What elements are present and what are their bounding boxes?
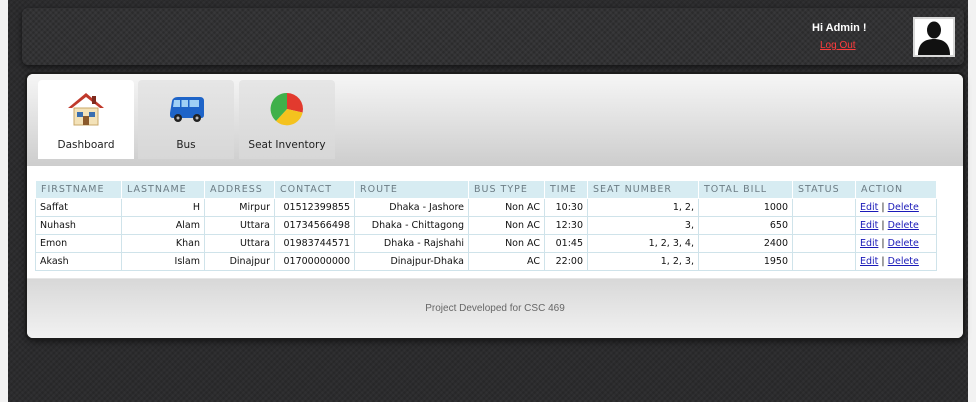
cell-action: Edit | Delete bbox=[855, 234, 937, 253]
cell-status bbox=[792, 234, 856, 253]
cell-contact: 01734566498 bbox=[274, 216, 355, 235]
user-avatar[interactable] bbox=[913, 17, 955, 57]
tab-seat-inventory-label: Seat Inventory bbox=[248, 139, 326, 151]
cell-address: Dinajpur bbox=[204, 252, 275, 271]
cell-total-bill: 1000 bbox=[698, 198, 793, 217]
cell-total-bill: 1950 bbox=[698, 252, 793, 271]
cell-address: Uttara bbox=[204, 216, 275, 235]
col-action: ACTION bbox=[855, 180, 937, 199]
edit-link[interactable]: Edit bbox=[860, 238, 878, 249]
table-row: Saffat H Mirpur 01512399855 Dhaka - Jash… bbox=[35, 198, 937, 217]
table-row: Nuhash Alam Uttara 01734566498 Dhaka - C… bbox=[35, 216, 937, 235]
cell-time: 12:30 bbox=[544, 216, 588, 235]
tab-dashboard-label: Dashboard bbox=[57, 139, 115, 151]
col-status: STATUS bbox=[792, 180, 856, 199]
cell-address: Uttara bbox=[204, 234, 275, 253]
cell-route: Dinajpur-Dhaka bbox=[354, 252, 469, 271]
nav-bar: Dashboard Bus Seat Inventory bbox=[27, 74, 963, 166]
tab-bus[interactable]: Bus bbox=[138, 80, 234, 159]
cell-time: 22:00 bbox=[544, 252, 588, 271]
cell-action: Edit | Delete bbox=[855, 198, 937, 217]
tab-dashboard[interactable]: Dashboard bbox=[38, 80, 134, 159]
greeting-text: Hi Admin ! bbox=[812, 22, 867, 34]
cell-status bbox=[792, 252, 856, 271]
tab-bus-label: Bus bbox=[176, 139, 196, 151]
cell-route: Dhaka - Chittagong bbox=[354, 216, 469, 235]
tab-seat-inventory[interactable]: Seat Inventory bbox=[239, 80, 335, 159]
cell-firstname: Saffat bbox=[35, 198, 122, 217]
cell-contact: 01983744571 bbox=[274, 234, 355, 253]
booking-table: FIRSTNAME LASTNAME ADDRESS CONTACT ROUTE… bbox=[35, 180, 937, 271]
main-panel: Dashboard Bus Seat Inventory FIRSTNAME L… bbox=[27, 74, 963, 338]
cell-total-bill: 650 bbox=[698, 216, 793, 235]
delete-link[interactable]: Delete bbox=[888, 256, 919, 267]
cell-total-bill: 2400 bbox=[698, 234, 793, 253]
house-icon bbox=[68, 93, 104, 126]
delete-link[interactable]: Delete bbox=[888, 238, 919, 249]
cell-seat-number: 3, bbox=[587, 216, 699, 235]
cell-bus-type: Non AC bbox=[468, 234, 545, 253]
cell-lastname: Khan bbox=[121, 234, 205, 253]
cell-firstname: Emon bbox=[35, 234, 122, 253]
cell-address: Mirpur bbox=[204, 198, 275, 217]
table-header-row: FIRSTNAME LASTNAME ADDRESS CONTACT ROUTE… bbox=[35, 180, 937, 199]
footer-text: Project Developed for CSC 469 bbox=[425, 303, 565, 314]
edit-link[interactable]: Edit bbox=[860, 220, 878, 231]
pie-chart-icon bbox=[270, 92, 303, 126]
col-time: TIME bbox=[544, 180, 588, 199]
col-seat-number: SEAT NUMBER bbox=[587, 180, 699, 199]
cell-seat-number: 1, 2, bbox=[587, 198, 699, 217]
cell-action: Edit | Delete bbox=[855, 252, 937, 271]
edit-link[interactable]: Edit bbox=[860, 202, 878, 213]
cell-lastname: H bbox=[121, 198, 205, 217]
logout-link[interactable]: Log Out bbox=[820, 40, 856, 51]
cell-bus-type: Non AC bbox=[468, 216, 545, 235]
cell-firstname: Akash bbox=[35, 252, 122, 271]
cell-bus-type: AC bbox=[468, 252, 545, 271]
bus-icon bbox=[170, 97, 204, 122]
cell-action: Edit | Delete bbox=[855, 216, 937, 235]
cell-seat-number: 1, 2, 3, bbox=[587, 252, 699, 271]
cell-bus-type: Non AC bbox=[468, 198, 545, 217]
table-row: Emon Khan Uttara 01983744571 Dhaka - Raj… bbox=[35, 234, 937, 253]
col-lastname: LASTNAME bbox=[121, 180, 205, 199]
col-route: ROUTE bbox=[354, 180, 469, 199]
edit-link[interactable]: Edit bbox=[860, 256, 878, 267]
delete-link[interactable]: Delete bbox=[888, 202, 919, 213]
top-header bbox=[22, 8, 964, 65]
col-firstname: FIRSTNAME bbox=[35, 180, 122, 199]
col-bus-type: BUS TYPE bbox=[468, 180, 545, 199]
page-footer: Project Developed for CSC 469 bbox=[27, 278, 963, 338]
col-address: ADDRESS bbox=[204, 180, 275, 199]
cell-time: 01:45 bbox=[544, 234, 588, 253]
cell-lastname: Islam bbox=[121, 252, 205, 271]
cell-status bbox=[792, 198, 856, 217]
cell-firstname: Nuhash bbox=[35, 216, 122, 235]
col-total-bill: TOTAL BILL bbox=[698, 180, 793, 199]
cell-status bbox=[792, 216, 856, 235]
user-silhouette-icon bbox=[918, 21, 950, 55]
cell-seat-number: 1, 2, 3, 4, bbox=[587, 234, 699, 253]
cell-contact: 01512399855 bbox=[274, 198, 355, 217]
col-contact: CONTACT bbox=[274, 180, 355, 199]
cell-time: 10:30 bbox=[544, 198, 588, 217]
cell-route: Dhaka - Rajshahi bbox=[354, 234, 469, 253]
cell-route: Dhaka - Jashore bbox=[354, 198, 469, 217]
table-row: Akash Islam Dinajpur 01700000000 Dinajpu… bbox=[35, 252, 937, 271]
cell-lastname: Alam bbox=[121, 216, 205, 235]
delete-link[interactable]: Delete bbox=[888, 220, 919, 231]
cell-contact: 01700000000 bbox=[274, 252, 355, 271]
